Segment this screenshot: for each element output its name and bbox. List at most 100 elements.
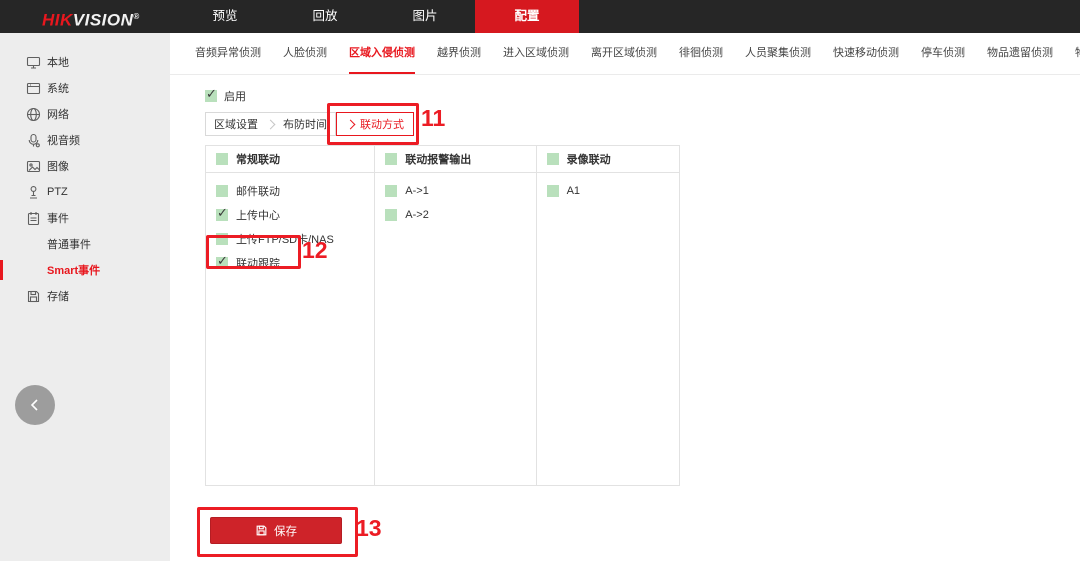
monitor-icon [25,54,41,70]
nav-item-playback[interactable]: 回放 [275,0,375,33]
alarm-output-a2-checkbox[interactable] [385,209,397,221]
list-item: 联动跟踪 [206,251,374,275]
sidebar-item-image[interactable]: 图像 [0,153,170,179]
subtab-arming-schedule[interactable]: 布防时间 [275,116,335,132]
sidebar-item-ptz[interactable]: PTZ [0,179,170,205]
item-label: 邮件联动 [236,183,280,199]
sidebar-item-event[interactable]: 事件 [0,205,170,231]
select-all-checkbox[interactable] [216,153,228,165]
globe-icon [25,106,41,122]
item-label: A1 [567,185,580,197]
tab-unattended-baggage[interactable]: 物品遗留侦测 [987,33,1053,74]
hikvision-config-page: HIKVISION® 预览 回放 图片 配置 本地 系统 [0,0,1080,561]
subtab-group: 区域设置 布防时间 [205,112,336,136]
tab-audio-exception[interactable]: 音频异常侦测 [195,33,261,74]
tab-region-exiting[interactable]: 离开区域侦测 [591,33,657,74]
column-header-label: 常规联动 [236,151,280,167]
sidebar-item-local[interactable]: 本地 [0,49,170,75]
tab-line-crossing[interactable]: 越界侦测 [437,33,481,74]
subtab-label: 联动方式 [360,116,404,132]
enable-row: 启用 [205,89,246,103]
sidebar-item-audio-video[interactable]: 视音频 [0,127,170,153]
list-item: A->1 [375,179,535,203]
nav-item-preview[interactable]: 预览 [175,0,275,33]
select-all-checkbox[interactable] [547,153,559,165]
sidebar-item-label: Smart事件 [47,262,100,278]
hikvision-logo: HIKVISION® [42,0,140,33]
record-a1-checkbox[interactable] [547,185,559,197]
list-item: 上传中心 [206,203,374,227]
list-item: 上传FTP/SD卡/NAS [206,227,374,251]
sidebar-item-system[interactable]: 系统 [0,75,170,101]
top-nav: 预览 回放 图片 配置 [175,0,579,33]
sidebar-item-label: 事件 [47,210,69,226]
tab-object-removal[interactable]: 物品拿取侦测 [1075,33,1080,74]
annotation-number-11: 11 [421,107,445,130]
tab-parking[interactable]: 停车侦测 [921,33,965,74]
tab-region-entrance[interactable]: 进入区域侦测 [503,33,569,74]
item-label: 上传FTP/SD卡/NAS [236,231,334,247]
column-header: 录像联动 [537,146,679,173]
subtab-linkage-method[interactable]: 联动方式 [336,112,414,136]
logo-text-vision: VISION [73,11,134,30]
sidebar-item-label: 存储 [47,288,69,304]
tab-loitering[interactable]: 徘徊侦测 [679,33,723,74]
select-all-checkbox[interactable] [385,153,397,165]
sidebar-item-label: 图像 [47,158,69,174]
alarm-output-a1-checkbox[interactable] [385,185,397,197]
microphone-icon [25,132,41,148]
item-label: 上传中心 [236,207,280,223]
column-header-label: 联动报警输出 [405,151,471,167]
list-item: 邮件联动 [206,179,374,203]
config-subtabs: 区域设置 布防时间 联动方式 [205,112,414,136]
sidebar-item-smart-event[interactable]: Smart事件 [0,257,170,283]
tab-face-detection[interactable]: 人脸侦测 [283,33,327,74]
column-body: 邮件联动 上传中心 上传FTP/SD卡/NAS 联动跟踪 [206,173,374,275]
event-clipboard-icon [25,210,41,226]
image-icon [25,158,41,174]
enable-label: 启用 [224,88,246,104]
ptz-joystick-icon [25,184,41,200]
column-normal-linkage: 常规联动 邮件联动 上传中心 上传FTP/SD卡/NAS [206,146,375,485]
column-alarm-output: 联动报警输出 A->1 A->2 [375,146,536,485]
logo-text-hik: HIK [42,11,73,30]
sidebar-item-storage[interactable]: 存储 [0,283,170,309]
registered-mark: ® [133,12,139,21]
sidebar-item-label: 视音频 [47,132,80,148]
item-label: A->1 [405,185,429,197]
list-item: A->2 [375,203,535,227]
tab-fast-moving[interactable]: 快速移动侦测 [833,33,899,74]
column-header: 联动报警输出 [375,146,535,173]
sidebar-list: 本地 系统 网络 视音频 [0,33,170,309]
sidebar-item-label: PTZ [47,186,68,198]
tab-intrusion-detection[interactable]: 区域入侵侦测 [349,33,415,74]
subtab-region-settings[interactable]: 区域设置 [206,116,266,132]
sidebar: 本地 系统 网络 视音频 [0,33,170,561]
upload-ftp-checkbox[interactable] [216,233,228,245]
smart-tracking-checkbox[interactable] [216,257,228,269]
linkage-table: 常规联动 邮件联动 上传中心 上传FTP/SD卡/NAS [205,145,680,486]
chevron-right-icon [266,119,276,129]
tab-people-gathering[interactable]: 人员聚集侦测 [745,33,811,74]
item-label: A->2 [405,209,429,221]
save-button[interactable]: 保存 [210,517,342,544]
sidebar-item-label: 本地 [47,54,69,70]
list-item: A1 [537,179,679,203]
sidebar-item-network[interactable]: 网络 [0,101,170,127]
storage-disk-icon [25,288,41,304]
nav-item-picture[interactable]: 图片 [375,0,475,33]
enable-checkbox[interactable] [205,90,217,102]
sidebar-item-label: 普通事件 [47,236,91,252]
sidebar-item-label: 系统 [47,80,69,96]
smart-event-tab-strip: 音频异常侦测 人脸侦测 区域入侵侦测 越界侦测 进入区域侦测 离开区域侦测 徘徊… [170,33,1080,75]
notify-center-checkbox[interactable] [216,209,228,221]
window-icon [25,80,41,96]
save-button-label: 保存 [274,523,297,539]
column-record-linkage: 录像联动 A1 [537,146,679,485]
email-linkage-checkbox[interactable] [216,185,228,197]
main-content: 音频异常侦测 人脸侦测 区域入侵侦测 越界侦测 进入区域侦测 离开区域侦测 徘徊… [170,33,1080,561]
column-header-label: 录像联动 [567,151,611,167]
sidebar-collapse-button[interactable] [15,385,55,425]
sidebar-item-basic-event[interactable]: 普通事件 [0,231,170,257]
nav-item-configuration[interactable]: 配置 [475,0,579,33]
